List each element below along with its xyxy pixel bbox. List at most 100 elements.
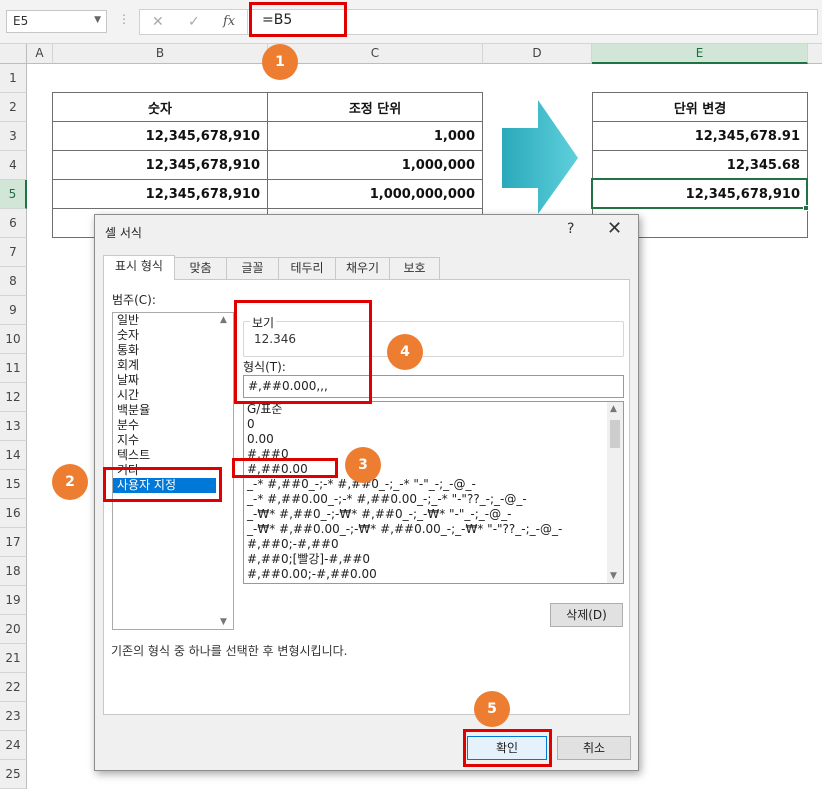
list-item[interactable]: 숫자 [113, 328, 233, 343]
row-header[interactable]: 3 [0, 122, 27, 151]
right-arrow-shape [502, 100, 578, 214]
list-item[interactable]: 날짜 [113, 373, 233, 388]
row-header[interactable]: 21 [0, 644, 27, 673]
help-icon[interactable]: ? [567, 221, 574, 237]
scroll-down-icon[interactable]: ▼ [610, 571, 617, 581]
list-item[interactable]: _-₩* #,##0.00_-;-₩* #,##0.00_-;_-₩* "-"?… [244, 522, 606, 537]
table-cell[interactable]: 12,345,678,910 [52, 150, 268, 180]
list-item[interactable]: 일반 [113, 313, 233, 328]
row-header[interactable]: 14 [0, 441, 27, 470]
insert-function-icon[interactable]: fx [223, 14, 235, 29]
table-cell[interactable]: 12,345,678,910 [52, 121, 268, 151]
row-header[interactable]: 17 [0, 528, 27, 557]
format-type-list[interactable]: G/표준 0 0.00 #,##0 #,##0.00 _-* #,##0_-;-… [243, 401, 624, 584]
close-icon[interactable]: ✕ [607, 218, 622, 239]
list-item[interactable]: 지수 [113, 433, 233, 448]
row-header[interactable]: 9 [0, 296, 27, 325]
row-header[interactable]: 24 [0, 731, 27, 760]
row-header[interactable]: 1 [0, 64, 27, 93]
format-description: 기존의 형식 중 하나를 선택한 후 변형시킵니다. [111, 644, 348, 658]
highlight-format-item [232, 458, 338, 478]
highlight-format-input [234, 300, 372, 404]
scroll-up-icon[interactable]: ▲ [610, 404, 617, 414]
list-item[interactable]: _-* #,##0.00_-;-* #,##0.00_-;_-* "-"??_-… [244, 492, 606, 507]
list-item[interactable]: 0 [244, 417, 606, 432]
cancel-button[interactable]: 취소 [557, 736, 631, 760]
fill-handle[interactable] [803, 205, 809, 211]
table-row: 12,345,678,910 1,000 [52, 121, 483, 151]
table-cell[interactable]: 12,345,678,910 [52, 179, 268, 209]
step-badge-4: 4 [387, 334, 423, 370]
table-cell[interactable]: 1,000 [267, 121, 483, 151]
row-header[interactable]: 8 [0, 267, 27, 296]
name-box[interactable]: E5 ▼ [6, 10, 107, 33]
row-header[interactable]: 2 [0, 93, 27, 122]
list-item[interactable]: #,##0;[빨강]-#,##0 [244, 552, 606, 567]
table-header-result[interactable]: 단위 변경 [592, 92, 808, 122]
list-item[interactable]: _-* #,##0_-;-* #,##0_-;_-* "-"_-;_-@_- [244, 477, 606, 492]
table-header-number[interactable]: 숫자 [52, 92, 268, 122]
col-header-b[interactable]: B [53, 44, 268, 64]
table-row: 12,345,678.91 [592, 121, 808, 151]
row-header[interactable]: 7 [0, 238, 27, 267]
table-header-unit[interactable]: 조정 단위 [267, 92, 483, 122]
row-header[interactable]: 11 [0, 354, 27, 383]
format-scrollbar[interactable]: ▲ ▼ [607, 402, 623, 583]
row-header[interactable]: 12 [0, 383, 27, 412]
step-badge-1: 1 [262, 44, 298, 80]
row-header[interactable]: 10 [0, 325, 27, 354]
chevron-down-icon[interactable]: ▼ [94, 15, 101, 25]
tab-alignment[interactable]: 맞춤 [174, 257, 227, 279]
table-cell[interactable]: 12,345.68 [592, 150, 808, 180]
table-cell[interactable]: 1,000,000 [267, 150, 483, 180]
col-header-e[interactable]: E [592, 44, 808, 64]
scroll-up-icon[interactable]: ▲ [220, 315, 227, 325]
name-box-value: E5 [13, 14, 29, 28]
scroll-thumb[interactable] [610, 420, 620, 448]
tab-number[interactable]: 표시 형식 [103, 255, 175, 280]
table-cell[interactable]: 1,000,000,000 [267, 179, 483, 209]
row-header[interactable]: 5 [0, 180, 27, 209]
list-item[interactable]: 회계 [113, 358, 233, 373]
col-header-f[interactable] [808, 44, 822, 64]
row-header[interactable]: 19 [0, 586, 27, 615]
table-row: 12,345,678,910 1,000,000,000 [52, 179, 483, 209]
scroll-down-icon[interactable]: ▼ [220, 617, 227, 627]
row-header[interactable]: 25 [0, 760, 27, 789]
row-header[interactable]: 15 [0, 470, 27, 499]
tab-border[interactable]: 테두리 [278, 257, 336, 279]
row-header[interactable]: 4 [0, 151, 27, 180]
enter-icon[interactable]: ✓ [188, 14, 200, 30]
row-header[interactable]: 22 [0, 673, 27, 702]
tab-protection[interactable]: 보호 [389, 257, 440, 279]
highlight-formula [249, 2, 347, 37]
step-badge-2: 2 [52, 464, 88, 500]
cancel-icon[interactable]: ✕ [152, 14, 164, 30]
list-item[interactable]: #,##0.00;-#,##0.00 [244, 567, 606, 582]
list-item[interactable]: _-₩* #,##0_-;-₩* #,##0_-;_-₩* "-"_-;_-@_… [244, 507, 606, 522]
row-header[interactable]: 20 [0, 615, 27, 644]
tab-font[interactable]: 글꼴 [226, 257, 279, 279]
list-item[interactable]: #,##0;-#,##0 [244, 537, 606, 552]
active-cell-selection [591, 178, 808, 209]
list-item[interactable]: G/표준 [244, 402, 606, 417]
row-header[interactable]: 13 [0, 412, 27, 441]
row-header[interactable]: 6 [0, 209, 27, 238]
select-all-corner[interactable] [0, 44, 27, 64]
list-item[interactable]: 분수 [113, 418, 233, 433]
col-header-d[interactable]: D [483, 44, 592, 64]
list-item[interactable]: 시간 [113, 388, 233, 403]
list-item[interactable]: 텍스트 [113, 448, 233, 463]
tab-fill[interactable]: 채우기 [335, 257, 390, 279]
col-header-c[interactable]: C [268, 44, 483, 64]
list-item[interactable]: 백분율 [113, 403, 233, 418]
formula-buttons: ✕ ✓ fx [139, 9, 247, 35]
delete-button[interactable]: 삭제(D) [550, 603, 623, 627]
col-header-a[interactable]: A [27, 44, 53, 64]
list-item[interactable]: 0.00 [244, 432, 606, 447]
list-item[interactable]: 통화 [113, 343, 233, 358]
table-cell[interactable]: 12,345,678.91 [592, 121, 808, 151]
row-header[interactable]: 18 [0, 557, 27, 586]
row-header[interactable]: 23 [0, 702, 27, 731]
row-header[interactable]: 16 [0, 499, 27, 528]
